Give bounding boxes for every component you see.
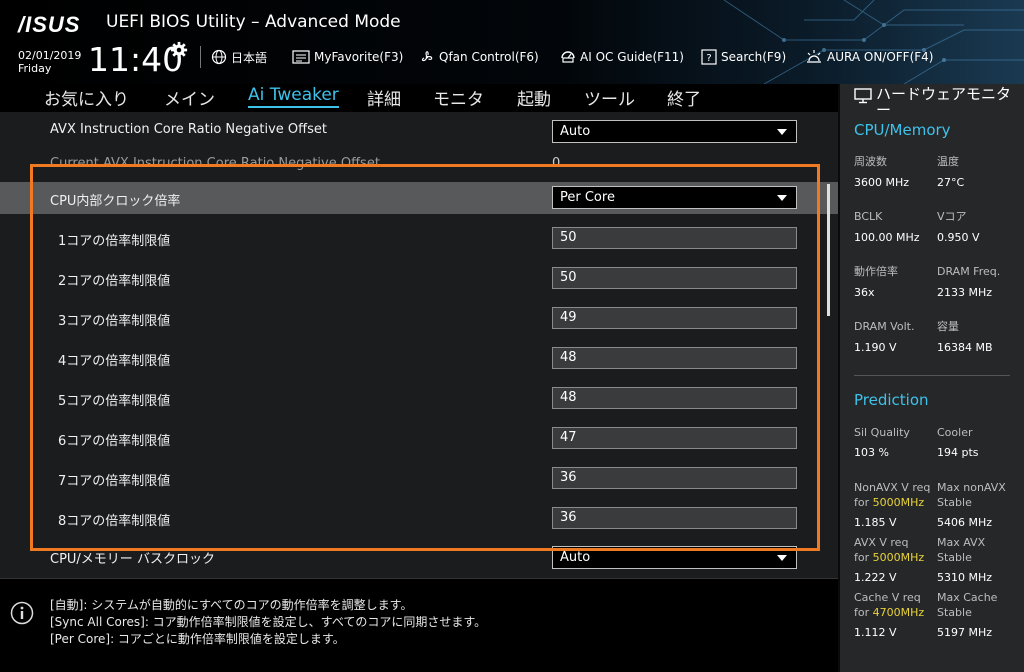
chevron-down-icon [777,129,787,135]
max-nonavx-label: Max nonAVX Stable [937,481,1006,509]
annotation-highlight-box [30,164,820,551]
monitor-icon [854,88,872,104]
scrollbar[interactable] [827,184,830,316]
search-button[interactable]: ? Search(F9) [701,48,786,66]
title-bar: /ISUS UEFI BIOS Utility – Advanced Mode … [0,0,1024,84]
qfan-control-label: Qfan Control(F6) [439,50,539,64]
aura-toggle-button[interactable]: AURA ON/OFF(F4) [805,48,933,66]
aura-toggle-label: AURA ON/OFF(F4) [827,50,934,64]
dropdown-value: Auto [560,124,591,139]
vcore-label: Vコア [937,210,967,223]
oc-guide-icon [561,51,575,63]
globe-icon [211,49,227,65]
dram-volt-label: DRAM Volt. [854,320,915,333]
myfavorite-button[interactable]: MyFavorite(F3) [292,48,403,66]
temp-label: 温度 [937,155,959,168]
hw-monitor-title: ハードウェアモニター [854,86,1019,118]
max-avx-label: Max AVX Stable [937,536,986,564]
day-text: Friday [18,62,52,75]
vcore-value: 0.950 V [937,231,980,244]
tab-boot[interactable]: 起動 [517,85,551,110]
cooler-label: Cooler [937,426,973,439]
cooler-value: 194 pts [937,446,979,459]
svg-text:?: ? [706,53,711,64]
freq-label: 周波数 [854,155,887,168]
avx-offset-dropdown[interactable]: Auto [552,120,797,143]
section-divider [854,375,1010,376]
avx-vreq-value: 1.222 V [854,571,897,584]
avx-vreq-label: AVX V req for 5000MHz [854,536,925,564]
toolbar-divider [200,46,201,68]
freq-value: 3600 MHz [854,176,910,189]
date-text: 02/01/2019 [18,49,82,62]
cache-vreq-label: Cache V req for 4700MHz [854,591,925,619]
help-panel: [自動]: システムが自動的にすべてのコアの動作倍率を調整します。 [Sync … [0,578,838,672]
date-display: 02/01/2019 Friday [18,49,81,75]
max-avx-value: 5310 MHz [937,571,993,584]
language-button[interactable]: 日本語 [211,48,267,66]
max-nonavx-value: 5406 MHz [937,516,993,529]
ai-oc-guide-button[interactable]: AI OC Guide(F11) [560,48,684,66]
clock-display: 11:40 [88,40,184,79]
max-cache-label: Max Cache Stable [937,591,998,619]
cache-vreq-value: 1.112 V [854,626,897,639]
tab-monitor[interactable]: モニタ [433,85,484,110]
circuit-decoration [723,0,1024,84]
chevron-down-icon [777,555,787,561]
temp-value: 27°C [937,176,965,189]
ratio-value: 36x [854,286,875,299]
search-question-icon: ? [701,49,717,65]
tab-ai-tweaker[interactable]: Ai Tweaker [248,85,339,108]
prediction-section-title: Prediction [854,391,929,409]
search-label: Search(F9) [721,50,787,64]
favorite-list-icon [292,50,310,64]
capacity-label: 容量 [937,320,959,333]
help-text-line: [Sync All Cores]: コア動作倍率制限値を設定し、すべてのコアに同… [50,615,487,629]
ai-oc-guide-label: AI OC Guide(F11) [580,50,684,64]
capacity-value: 16384 MB [937,341,993,354]
app-title: UEFI BIOS Utility – Advanced Mode [106,12,401,32]
asus-logo: /ISUS [18,12,81,37]
bclk-value: 100.00 MHz [854,231,920,244]
tab-favorites[interactable]: お気に入り [44,85,129,110]
nonavx-vreq-value: 1.185 V [854,516,897,529]
aura-light-icon [807,50,821,63]
gear-icon[interactable] [170,41,188,59]
bclk-label: BCLK [854,210,883,223]
tab-exit[interactable]: 終了 [667,85,701,110]
help-text-line: [Per Core]: コアごとに動作倍率制限値を設定します。 [50,632,345,646]
main-menu: お気に入り メイン Ai Tweaker 詳細 モニタ 起動 ツール 終了 [0,84,838,112]
sil-quality-value: 103 % [854,446,889,459]
dram-freq-value: 2133 MHz [937,286,993,299]
dram-freq-label: DRAM Freq. [937,265,1001,278]
hardware-monitor-panel: ハードウェアモニター CPU/Memory 周波数 温度 3600 MHz 27… [838,84,1024,672]
nonavx-vreq-label: NonAVX V req for 5000MHz [854,481,931,509]
tab-main[interactable]: メイン [164,85,215,110]
qfan-control-button[interactable]: Qfan Control(F6) [419,48,539,66]
max-cache-value: 5197 MHz [937,626,993,639]
dropdown-value: Auto [560,550,591,565]
sil-quality-label: Sil Quality [854,426,910,439]
setting-avx-offset[interactable]: AVX Instruction Core Ratio Negative Offs… [0,114,838,146]
myfavorite-label: MyFavorite(F3) [314,50,404,64]
fan-icon [421,51,433,62]
setting-label: AVX Instruction Core Ratio Negative Offs… [50,122,327,137]
tab-tool[interactable]: ツール [584,85,635,110]
cpu-memory-section-title: CPU/Memory [854,121,951,139]
help-text-line: [自動]: システムが自動的にすべてのコアの動作倍率を調整します。 [50,598,413,612]
ratio-label: 動作倍率 [854,265,898,278]
info-icon [10,601,34,625]
dram-volt-value: 1.190 V [854,341,897,354]
language-label: 日本語 [231,50,268,65]
tab-advanced[interactable]: 詳細 [367,85,401,110]
